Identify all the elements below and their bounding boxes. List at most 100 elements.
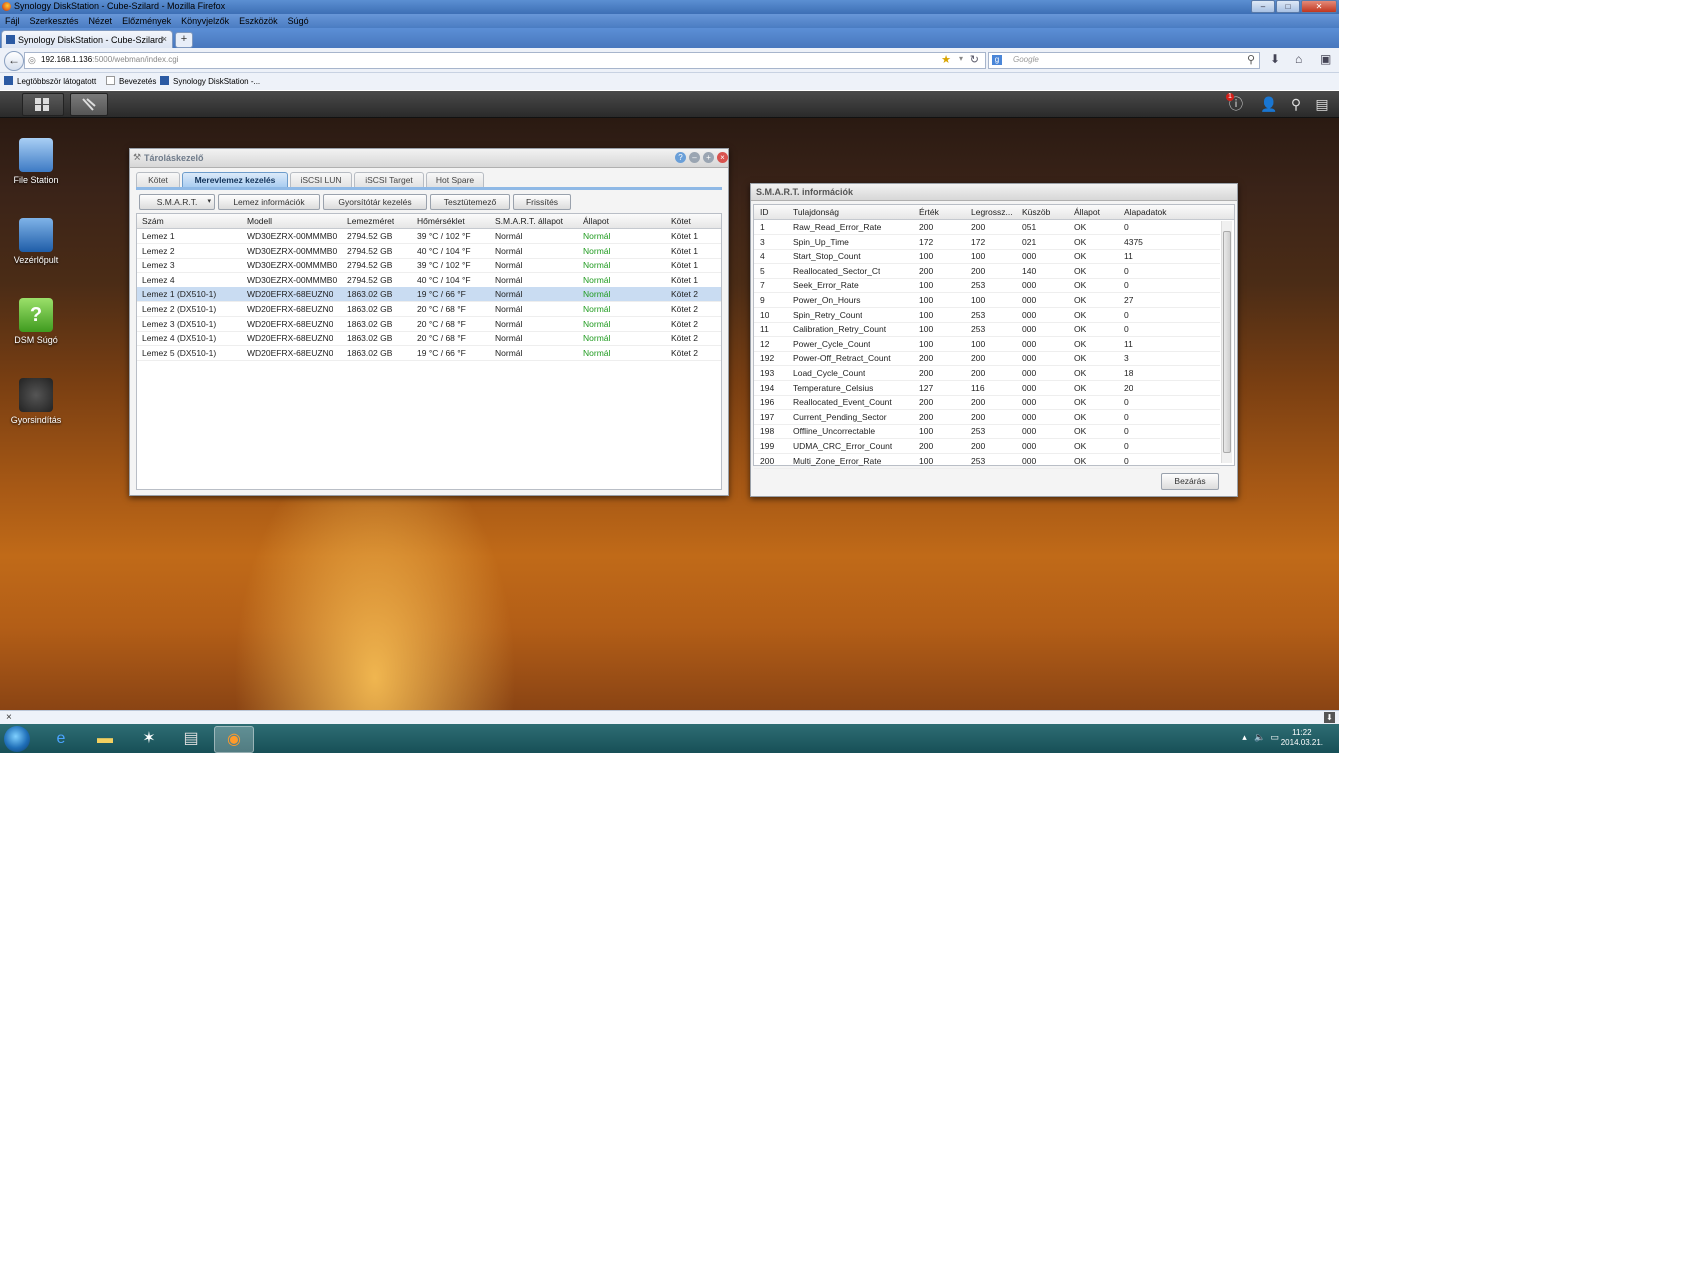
- table-row[interactable]: Lemez 1 WD30EZRX-00MMMB0 2794.52 GB 39 °C /…: [137, 229, 721, 244]
- search-bar[interactable]: g Google ⚲: [988, 52, 1260, 69]
- home-icon[interactable]: ⌂: [1295, 52, 1302, 66]
- column-header-5[interactable]: Állapot: [1074, 207, 1100, 217]
- main-menu-button[interactable]: [22, 93, 64, 116]
- table-row[interactable]: Lemez 1 (DX510-1) WD20EFRX-68EUZN0 1863.02…: [137, 287, 721, 303]
- explorer-folder-icon[interactable]: ▬: [86, 726, 124, 751]
- table-row[interactable]: Lemez 4 WD30EZRX-00MMMB0 2794.52 GB 40 °C /…: [137, 273, 721, 288]
- bookmark-getting-started[interactable]: Bevezetés: [106, 76, 156, 86]
- menu-item-0[interactable]: Fájl: [0, 14, 25, 28]
- table-row[interactable]: 5 Reallocated_Sector_Ct 200 200 140 OK 0: [754, 264, 1220, 279]
- column-header-0[interactable]: Szám: [142, 216, 164, 226]
- addon-bar-icon[interactable]: ⬇: [1324, 712, 1335, 723]
- column-header-2[interactable]: Érték: [919, 207, 939, 217]
- column-header-3[interactable]: Legrossz...: [971, 207, 1013, 217]
- notepad-icon[interactable]: ▤: [172, 726, 210, 751]
- table-row[interactable]: 199 UDMA_CRC_Error_Count 200 200 000 OK 0: [754, 439, 1220, 454]
- storage-manager-taskbar-button[interactable]: [70, 93, 108, 116]
- tray-expand-icon[interactable]: ▴: [1242, 732, 1247, 742]
- tab-1[interactable]: Merevlemez kezelés: [182, 172, 288, 188]
- table-row[interactable]: 200 Multi_Zone_Error_Rate 100 253 000 OK 0: [754, 454, 1220, 469]
- table-row[interactable]: 1 Raw_Read_Error_Rate 200 200 051 OK 0: [754, 220, 1220, 235]
- column-header-3[interactable]: Hőmérséklet: [417, 216, 465, 226]
- search-icon[interactable]: ⚲: [1247, 53, 1255, 66]
- search-engine-icon[interactable]: g: [992, 55, 1002, 65]
- close-icon[interactable]: ✕: [1301, 0, 1337, 13]
- column-header-1[interactable]: Modell: [247, 216, 272, 226]
- table-row[interactable]: 197 Current_Pending_Sector 200 200 000 OK 0: [754, 410, 1220, 425]
- table-row[interactable]: Lemez 3 WD30EZRX-00MMMB0 2794.52 GB 39 °C /…: [137, 258, 721, 274]
- smart-info-titlebar[interactable]: S.M.A.R.T. információk: [751, 184, 1237, 201]
- column-header-4[interactable]: S.M.A.R.T. állapot: [495, 216, 563, 226]
- site-identity-icon[interactable]: ◎: [28, 55, 36, 66]
- column-header-5[interactable]: Állapot: [583, 216, 609, 226]
- bookmark-star-icon[interactable]: ★: [941, 53, 951, 66]
- menu-item-1[interactable]: Szerkesztés: [25, 14, 84, 28]
- scrollbar-thumb[interactable]: [1223, 231, 1231, 453]
- tab-2[interactable]: iSCSI LUN: [290, 172, 352, 188]
- internet-explorer-icon[interactable]: e: [42, 726, 80, 751]
- column-header-0[interactable]: ID: [760, 207, 769, 217]
- column-header-2[interactable]: Lemezméret: [347, 216, 394, 226]
- table-row[interactable]: 193 Load_Cycle_Count 200 200 000 OK 18: [754, 366, 1220, 381]
- table-row[interactable]: Lemez 2 (DX510-1) WD20EFRX-68EUZN0 1863.02…: [137, 302, 721, 317]
- desktop-icon-file-station[interactable]: File Station: [0, 138, 72, 185]
- reload-icon[interactable]: ↻: [970, 53, 979, 66]
- tab-0[interactable]: Kötet: [136, 172, 180, 188]
- url-bar[interactable]: ◎ 192.168.1.136:5000/webman/index.cgi ★ …: [24, 52, 986, 69]
- close-button[interactable]: Bezárás: [1161, 473, 1219, 490]
- table-row[interactable]: 7 Seek_Error_Rate 100 253 000 OK 0: [754, 278, 1220, 294]
- table-row[interactable]: 10 Spin_Retry_Count 100 253 000 OK 0: [754, 308, 1220, 323]
- close-icon[interactable]: ×: [717, 152, 728, 163]
- network-icon[interactable]: ▭: [1270, 732, 1279, 742]
- menu-item-4[interactable]: Könyvjelzők: [176, 14, 234, 28]
- toolbar-button-4[interactable]: Frissítés: [513, 194, 571, 210]
- table-row[interactable]: 3 Spin_Up_Time 172 172 021 OK 4375: [754, 235, 1220, 250]
- back-button[interactable]: ←: [4, 51, 24, 71]
- column-header-4[interactable]: Küszöb: [1022, 207, 1050, 217]
- firefox-taskbar-icon[interactable]: ◉: [214, 726, 254, 753]
- menu-item-5[interactable]: Eszközök: [234, 14, 283, 28]
- table-row[interactable]: Lemez 3 (DX510-1) WD20EFRX-68EUZN0 1863.02…: [137, 317, 721, 332]
- menu-item-6[interactable]: Súgó: [283, 14, 314, 28]
- tab-3[interactable]: iSCSI Target: [354, 172, 424, 188]
- new-tab-button[interactable]: +: [175, 32, 193, 48]
- table-row[interactable]: Lemez 4 (DX510-1) WD20EFRX-68EUZN0 1863.02…: [137, 331, 721, 347]
- desktop-icon-quick-start[interactable]: Gyorsindítás: [0, 378, 72, 425]
- table-row[interactable]: Lemez 5 (DX510-1) WD20EFRX-68EUZN0 1863.02…: [137, 346, 721, 361]
- table-row[interactable]: 196 Reallocated_Event_Count 200 200 000 OK 0: [754, 395, 1220, 411]
- start-button-icon[interactable]: [4, 726, 30, 752]
- menu-item-2[interactable]: Nézet: [84, 14, 118, 28]
- clock[interactable]: 11:22 2014.03.21.: [1281, 728, 1323, 748]
- tab-4[interactable]: Hot Spare: [426, 172, 484, 188]
- table-row[interactable]: 9 Power_On_Hours 100 100 000 OK 27: [754, 293, 1220, 308]
- table-row[interactable]: 4 Start_Stop_Count 100 100 000 OK 11: [754, 249, 1220, 265]
- browser-tab[interactable]: Synology DiskStation - Cube-Szilard ×: [1, 30, 173, 49]
- app-fox-icon[interactable]: ✶: [130, 726, 168, 751]
- menu-item-3[interactable]: Előzmények: [117, 14, 176, 28]
- table-row[interactable]: 198 Offline_Uncorrectable 100 253 000 OK 0: [754, 424, 1220, 440]
- toolbar-button-0[interactable]: S.M.A.R.T. ▾: [139, 194, 215, 210]
- table-row[interactable]: 12 Power_Cycle_Count 100 100 000 OK 11: [754, 337, 1220, 352]
- minimize-icon[interactable]: –: [1251, 0, 1275, 13]
- minimize-icon[interactable]: –: [689, 152, 700, 163]
- maximize-icon[interactable]: □: [1276, 0, 1300, 13]
- maximize-icon[interactable]: +: [703, 152, 714, 163]
- column-header-6[interactable]: Alapadatok: [1124, 207, 1167, 217]
- downloads-icon[interactable]: ⬇: [1270, 52, 1280, 66]
- desktop-icon-control-panel[interactable]: Vezérlőpult: [0, 218, 72, 265]
- bookmark-synology[interactable]: Synology DiskStation -...: [160, 76, 260, 86]
- table-row[interactable]: 194 Temperature_Celsius 127 116 000 OK 20: [754, 381, 1220, 396]
- help-icon[interactable]: ?: [675, 152, 686, 163]
- addon-icon[interactable]: ▣: [1320, 52, 1331, 66]
- volume-icon[interactable]: 🔈: [1254, 732, 1265, 742]
- table-row[interactable]: 192 Power-Off_Retract_Count 200 200 000 OK 3: [754, 351, 1220, 367]
- history-dropdown-icon[interactable]: ▾: [959, 54, 963, 63]
- storage-manager-titlebar[interactable]: ⚒ Tároláskezelő ? – + ×: [130, 149, 728, 168]
- close-icon[interactable]: ×: [6, 712, 12, 723]
- close-tab-icon[interactable]: ×: [162, 34, 167, 44]
- widgets-icon[interactable]: ▤: [1312, 94, 1332, 114]
- table-row[interactable]: Lemez 2 WD30EZRX-00MMMB0 2794.52 GB 40 °C /…: [137, 244, 721, 259]
- bookmark-most-visited[interactable]: Legtöbbször látogatott: [4, 76, 96, 86]
- toolbar-button-1[interactable]: Lemez információk: [218, 194, 320, 210]
- table-row[interactable]: 11 Calibration_Retry_Count 100 253 000 OK 0: [754, 322, 1220, 338]
